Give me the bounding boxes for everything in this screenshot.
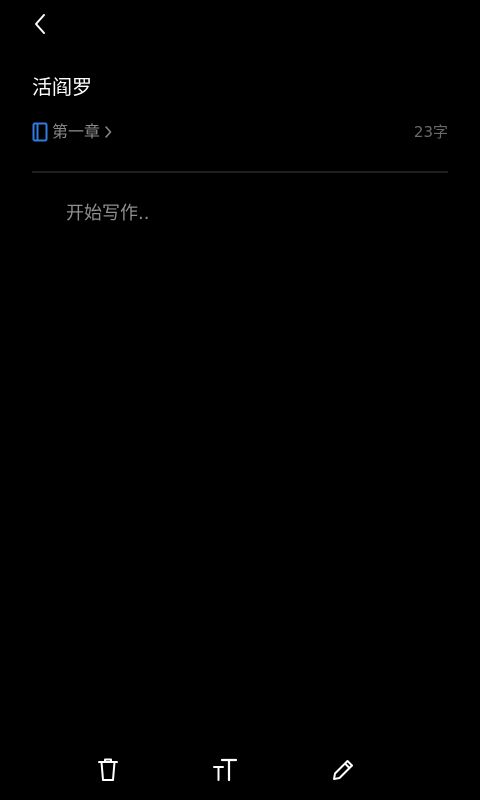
document-title: 活阎罗	[32, 75, 92, 99]
back-button[interactable]	[22, 8, 58, 44]
text-size-button[interactable]	[209, 756, 241, 788]
word-count: 23字	[413, 123, 448, 141]
pencil-icon	[330, 757, 356, 787]
edit-button[interactable]	[327, 756, 359, 788]
bottom-toolbar	[0, 750, 480, 794]
content-editor[interactable]	[66, 200, 446, 720]
divider	[32, 171, 448, 173]
delete-button[interactable]	[92, 756, 124, 788]
chevron-left-icon	[33, 12, 47, 40]
book-icon	[32, 122, 48, 142]
chevron-right-icon	[104, 125, 114, 139]
chapter-label: 第一章	[52, 122, 101, 141]
text-size-icon	[212, 757, 238, 787]
chapter-selector[interactable]: 第一章	[32, 120, 114, 144]
chapter-row: 第一章 23字	[32, 120, 448, 144]
trash-icon	[96, 757, 120, 787]
